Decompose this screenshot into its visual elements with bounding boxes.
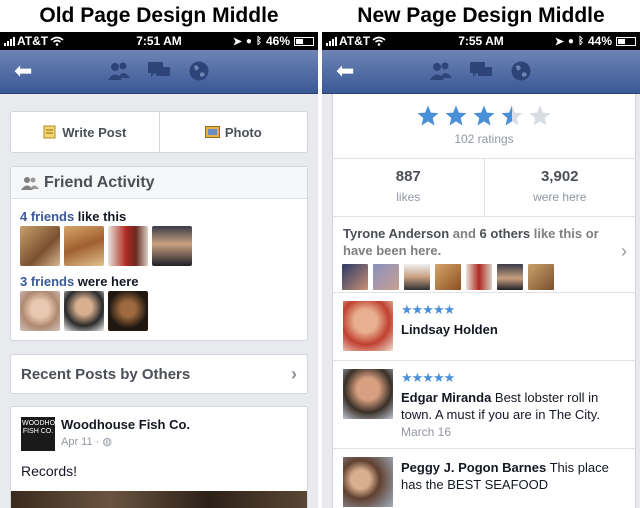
checkins-label: were here — [533, 190, 587, 204]
location-icon: ➤ — [232, 35, 242, 48]
rating-star-icon — [529, 105, 551, 126]
friend-avatar[interactable] — [152, 226, 192, 266]
friend-avatar — [466, 264, 492, 290]
chevron-right-icon: › — [291, 363, 297, 384]
nav-bar: ⬅ — [0, 50, 318, 94]
photo-icon — [204, 126, 220, 138]
messages-icon[interactable] — [146, 59, 172, 83]
write-post-button[interactable]: Write Post — [11, 112, 159, 152]
friend-avatar[interactable] — [20, 291, 60, 331]
friend-activity-card: Friend Activity 4 friends like this 3 fr… — [10, 166, 308, 341]
checkins-count: 3,902 — [540, 168, 579, 185]
nav-bar: ⬅ — [322, 50, 640, 94]
post-photo[interactable] — [11, 491, 307, 508]
notifications-globe-icon[interactable] — [508, 59, 534, 83]
reviewer-name: Edgar Miranda — [401, 390, 492, 405]
friends-been-link[interactable]: 3 friends — [20, 274, 74, 289]
reviewer-avatar — [343, 369, 393, 419]
ratings-count: 102 ratings — [454, 132, 514, 146]
bluetooth-icon: ᛒ — [577, 35, 584, 47]
page-content: 102 ratings 887 likes 3,902 were here Ty… — [322, 94, 640, 508]
battery-icon — [294, 36, 314, 46]
friends-like-line: 4 friends like this — [20, 209, 127, 224]
review-date: March 16 — [401, 425, 452, 439]
chevron-right-icon: › — [621, 241, 627, 261]
old-design-panel: Old Page Design Middle AT&T 7:51 AM ➤ ● … — [0, 0, 318, 508]
battery-percent: 46% — [265, 34, 290, 48]
globe-privacy-icon: ◍ — [102, 436, 112, 448]
friend-avatar[interactable] — [108, 291, 148, 331]
post-date: Apr 11 · — [61, 436, 100, 448]
likes-label: likes — [396, 190, 421, 204]
friend-avatar[interactable] — [108, 226, 148, 266]
post-author-logo[interactable]: WOODHOUSE FISH CO. — [21, 417, 69, 451]
recent-posts-card[interactable]: Recent Posts by Others › — [10, 354, 308, 394]
friends-like-link[interactable]: 4 friends — [20, 209, 74, 224]
rating-star-icon — [473, 105, 495, 126]
reviewer-name: Peggy J. Pogon Barnes — [401, 460, 547, 475]
friends-icon — [21, 176, 39, 190]
status-bar: AT&T 7:55 AM ➤ ● ᛒ 44% — [322, 32, 640, 50]
new-design-panel: New Page Design Middle AT&T 7:55 AM ➤ ● … — [322, 0, 640, 508]
rating-stars — [333, 94, 635, 128]
friends-been-line: 3 friends were here — [20, 274, 139, 289]
composer-card: Write Post Photo — [10, 111, 308, 153]
rating-section[interactable]: 102 ratings — [333, 94, 635, 158]
friend-avatar — [373, 264, 399, 290]
review-stars: ★★★★★ — [401, 302, 455, 317]
panel-caption: Old Page Design Middle — [0, 0, 318, 32]
likes-stat[interactable]: 887 likes — [333, 159, 484, 216]
review-item[interactable]: ★★★★★ Edgar Miranda Best lobster roll in… — [333, 360, 635, 448]
friend-avatar — [528, 264, 554, 290]
panel-caption: New Page Design Middle — [322, 0, 640, 32]
friend-avatar — [342, 264, 368, 290]
friend-avatar — [404, 264, 430, 290]
friend-activity-title: Friend Activity — [44, 173, 155, 191]
friend-avatar — [497, 264, 523, 290]
friend-avatar[interactable] — [64, 291, 104, 331]
friend-avatar — [435, 264, 461, 290]
review-item[interactable]: Peggy J. Pogon Barnes This place has the… — [333, 448, 635, 508]
status-bar: AT&T 7:51 AM ➤ ● ᛒ 46% — [0, 32, 318, 50]
battery-icon — [616, 36, 636, 46]
messages-icon[interactable] — [468, 59, 494, 83]
checkins-stat[interactable]: 3,902 were here — [483, 159, 636, 216]
friends-activity-row[interactable]: Tyrone Anderson and 6 others like this o… — [333, 216, 635, 292]
write-post-icon — [43, 125, 56, 139]
photo-button[interactable]: Photo — [158, 112, 308, 152]
lock-rotation-icon: ● — [567, 35, 574, 47]
rating-star-icon — [445, 105, 467, 126]
friend-avatar[interactable] — [20, 226, 60, 266]
reviewer-name: Lindsay Holden — [401, 322, 498, 337]
reviewer-avatar — [343, 301, 393, 351]
bluetooth-icon: ᛒ — [255, 35, 262, 47]
notifications-globe-icon[interactable] — [186, 59, 212, 83]
rating-star-icon — [501, 105, 523, 126]
likes-count: 887 — [395, 168, 421, 185]
stats-row: 887 likes 3,902 were here — [333, 158, 635, 216]
reviewer-avatar — [343, 457, 393, 507]
recent-posts-label: Recent Posts by Others — [21, 365, 191, 383]
location-icon: ➤ — [554, 35, 564, 48]
review-stars: ★★★★★ — [401, 370, 455, 385]
page-content: Write Post Photo Friend Activity 4 frien… — [0, 94, 318, 508]
post-text: Records! — [21, 463, 78, 479]
review-item[interactable]: ★★★★★ Lindsay Holden — [333, 292, 635, 360]
friend-avatar[interactable] — [64, 226, 104, 266]
lock-rotation-icon: ● — [245, 35, 252, 47]
friends-activity-text: Tyrone Anderson and 6 others like this o… — [343, 226, 599, 258]
battery-percent: 44% — [587, 34, 612, 48]
post-card: WOODHOUSE FISH CO. Woodhouse Fish Co. Ap… — [10, 406, 308, 508]
rating-star-icon — [417, 105, 439, 126]
friend-requests-icon[interactable] — [428, 59, 454, 83]
friend-requests-icon[interactable] — [106, 59, 132, 83]
post-author-name[interactable]: Woodhouse Fish Co. — [61, 417, 190, 432]
